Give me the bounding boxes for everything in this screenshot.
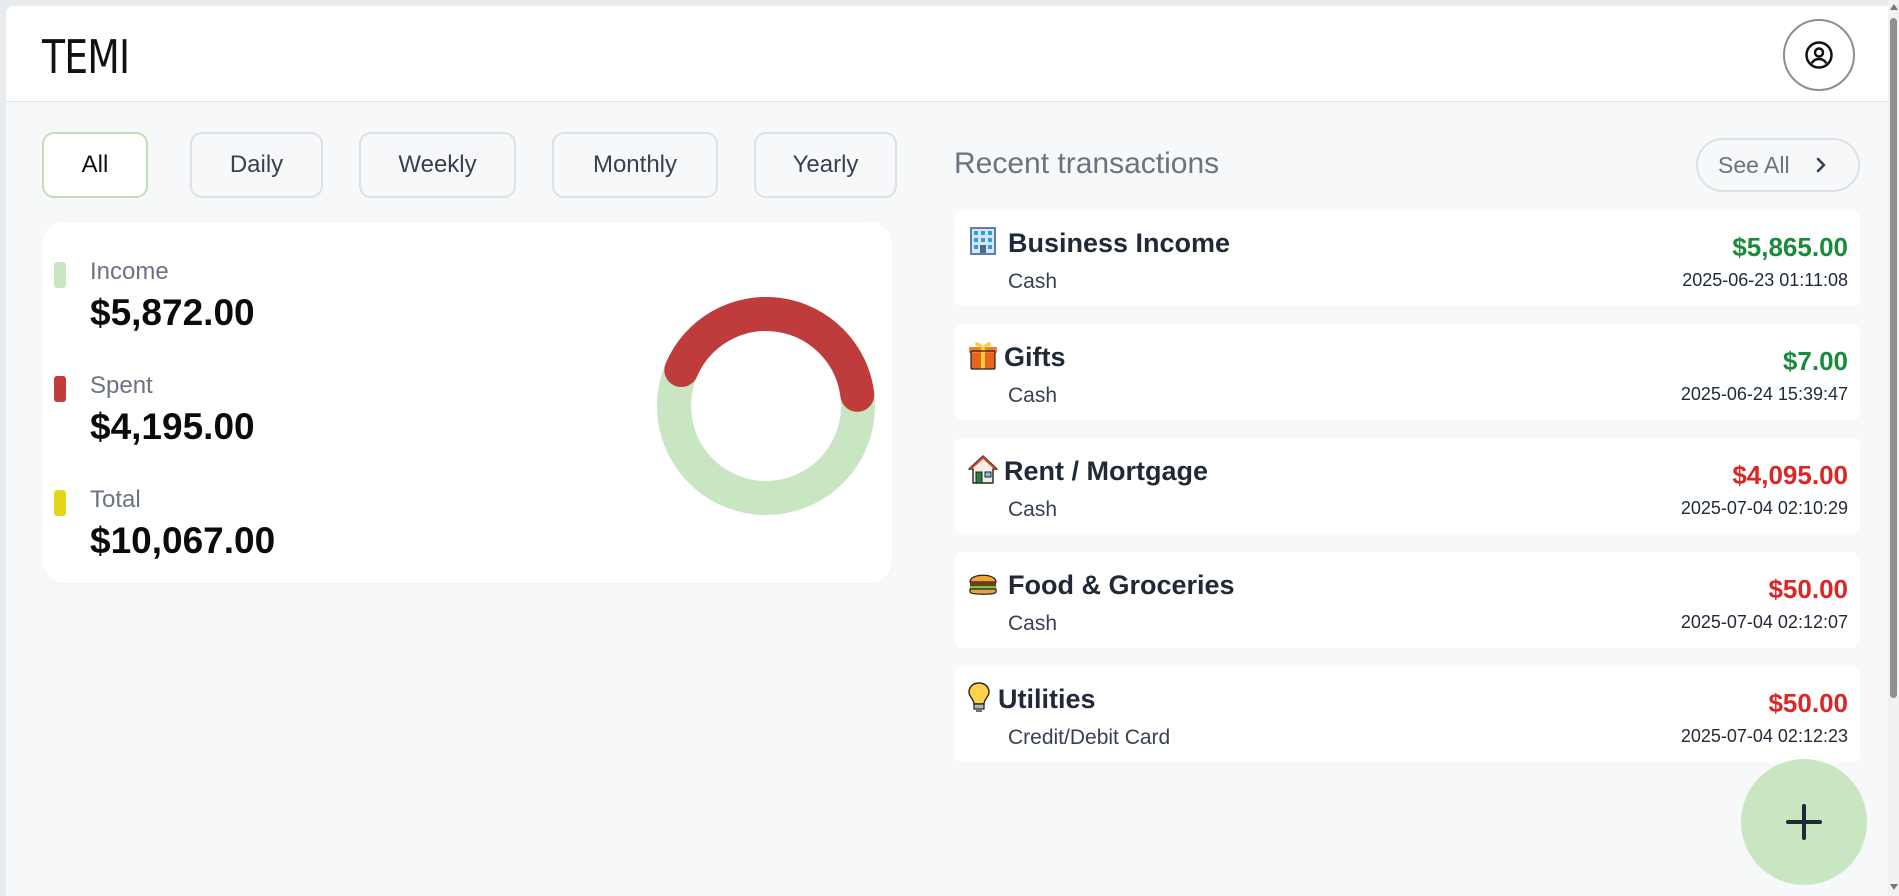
scrollbar-thumb[interactable] <box>1890 18 1897 698</box>
see-all-label: See All <box>1718 151 1790 178</box>
lightbulb-icon <box>968 682 990 712</box>
transaction-name: Utilities <box>998 684 1096 714</box>
transaction-amount: $50.00 <box>1768 688 1848 718</box>
filter-all[interactable]: All <box>42 132 148 198</box>
total-value: $10,067.00 <box>90 520 276 561</box>
scroll-down-arrow[interactable] <box>1890 884 1898 890</box>
transaction-row[interactable]: Rent / Mortgage Cash $4,095.00 2025-07-0… <box>954 438 1860 534</box>
transaction-row[interactable]: Utilities Credit/Debit Card $50.00 2025-… <box>954 666 1860 762</box>
office-building-icon <box>970 227 996 255</box>
app-header: TEMI <box>6 6 1894 102</box>
transaction-name: Rent / Mortgage <box>1004 456 1209 486</box>
transaction-date: 2025-07-04 02:10:29 <box>1680 498 1848 518</box>
transaction-date: 2025-06-24 15:39:47 <box>1680 384 1848 404</box>
transaction-method: Cash <box>1008 498 1058 521</box>
transaction-amount: $4,095.00 <box>1732 460 1848 490</box>
transaction-method: Cash <box>1008 612 1058 635</box>
filter-yearly[interactable]: Yearly <box>754 132 897 198</box>
transaction-method: Cash <box>1008 384 1058 407</box>
profile-button[interactable] <box>1783 19 1855 91</box>
gift-icon <box>969 342 997 370</box>
transaction-amount: $7.00 <box>1782 346 1848 376</box>
income-value: $5,872.00 <box>90 292 255 333</box>
transaction-row[interactable]: Food & Groceries Cash $50.00 2025-07-04 … <box>954 552 1860 648</box>
house-icon <box>968 455 998 484</box>
transaction-name: Gifts <box>1004 342 1066 372</box>
app-window: TEMI All Daily Weekly Monthly Yearly Inc… <box>6 6 1894 896</box>
transaction-method: Cash <box>1008 270 1058 293</box>
transaction-date: 2025-07-04 02:12:07 <box>1680 612 1848 632</box>
income-spent-donut-chart <box>657 297 875 515</box>
scroll-up-arrow[interactable] <box>1890 4 1898 10</box>
user-circle-icon <box>1805 41 1833 69</box>
income-legend-swatch <box>54 262 66 288</box>
summary-card: Income $5,872.00 Spent $4,195.00 Total $… <box>42 222 892 583</box>
total-label: Total <box>90 486 141 513</box>
transaction-name: Business Income <box>1008 228 1231 258</box>
recent-transactions-title: Recent transactions <box>954 147 1220 180</box>
chevron-right-icon <box>1816 157 1825 173</box>
filter-monthly[interactable]: Monthly <box>552 132 718 198</box>
transaction-method: Credit/Debit Card <box>1008 726 1171 749</box>
plus-icon <box>1786 804 1822 840</box>
spent-label: Spent <box>90 372 153 399</box>
transaction-date: 2025-07-04 02:12:23 <box>1680 726 1848 746</box>
burger-icon <box>969 574 997 595</box>
app-logo: TEMI <box>42 30 130 84</box>
total-legend-swatch <box>54 490 66 516</box>
donut-spent-arc <box>664 297 875 412</box>
spent-legend-swatch <box>54 376 66 402</box>
add-transaction-button[interactable] <box>1741 759 1867 885</box>
spent-value: $4,195.00 <box>90 406 255 447</box>
transaction-amount: $5,865.00 <box>1732 232 1848 262</box>
transaction-name: Food & Groceries <box>1008 570 1235 600</box>
see-all-button[interactable]: See All <box>1696 138 1860 192</box>
transaction-row[interactable]: Gifts Cash $7.00 2025-06-24 15:39:47 <box>954 324 1860 420</box>
transaction-amount: $50.00 <box>1768 574 1848 604</box>
transaction-date: 2025-06-23 01:11:08 <box>1682 270 1848 290</box>
filter-weekly[interactable]: Weekly <box>359 132 516 198</box>
filter-daily[interactable]: Daily <box>190 132 323 198</box>
page-scrollbar[interactable] <box>1888 0 1899 896</box>
transaction-row[interactable]: Business Income Cash $5,865.00 2025-06-2… <box>954 210 1860 306</box>
income-label: Income <box>90 258 169 285</box>
